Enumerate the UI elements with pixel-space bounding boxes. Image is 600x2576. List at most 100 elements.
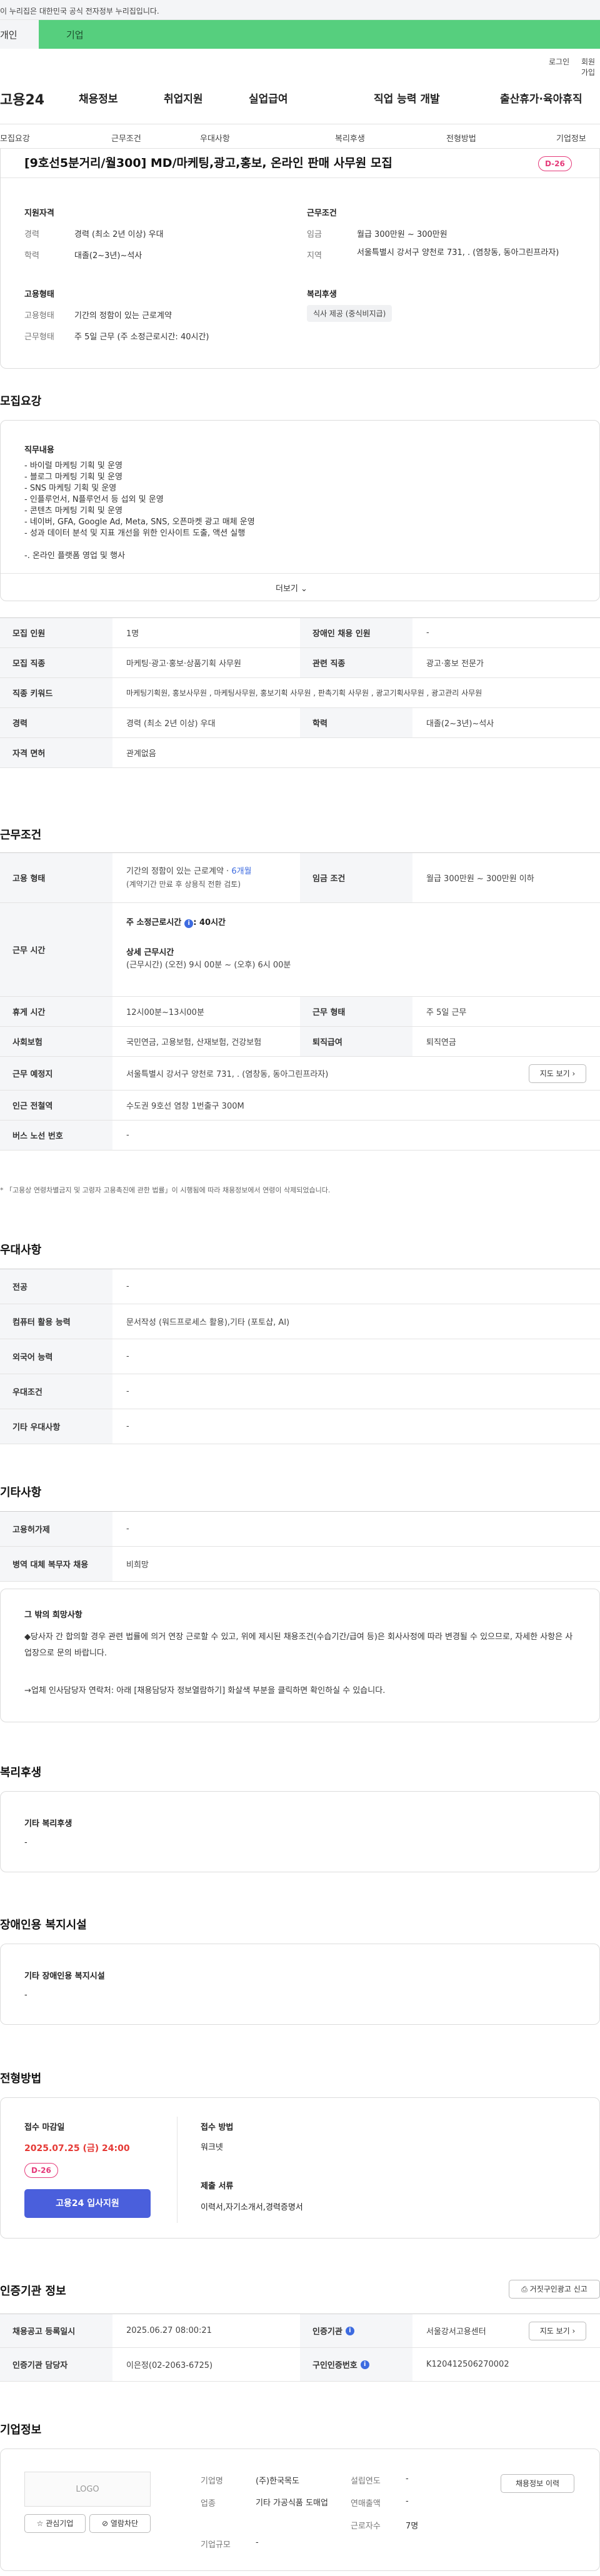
selection-heading: 전형방법 (0, 2072, 42, 2085)
login-link[interactable]: 로그인 (549, 56, 569, 67)
row-value: 국민연금, 고용보험, 산재보험, 건강보험 (126, 1038, 262, 1047)
more-button[interactable]: 더보기 ⌄ (276, 582, 308, 594)
row-value: 광고·홍보 전문가 (426, 659, 484, 669)
row-header: 고용허가제 (0, 1512, 112, 1546)
welfare-box: 기타 복리후생 - (0, 1791, 600, 1872)
row-value: 주 5일 근무 (426, 1008, 467, 1017)
gnb-jobs[interactable]: 채용정보 (79, 90, 118, 106)
row-header: 우대조건 (0, 1374, 112, 1409)
duty-line: - 인플루언서, N플루언서 등 섭외 및 운영 (24, 495, 164, 504)
star-icon: ☆ (36, 2519, 44, 2528)
section-nav-preference[interactable]: 우대사항 (200, 132, 230, 144)
conditions-table: 고용 형태 기간의 정함이 있는 근로계약 · 6개월 (계약기간 만료 후 상… (0, 852, 600, 1151)
row-header: 인증기관 담당자 (0, 2348, 112, 2381)
row-header: 모집 직종 (0, 648, 112, 677)
company-logo: LOGO (24, 2472, 151, 2507)
gov-banner-text: 이 누리집은 대한민국 공식 전자정부 누리집입니다. (0, 7, 159, 16)
row-header: 구인인증번호 (312, 2361, 358, 2370)
gnb-employment-support[interactable]: 취업지원 (164, 90, 203, 106)
section-nav-company[interactable]: 기업정보 (556, 132, 586, 144)
wage-label: 임금 (307, 230, 322, 239)
education-label: 학력 (24, 251, 39, 261)
tab-personal-label: 개인 (0, 29, 18, 41)
table-row: 모집 인원 1명 장애인 채용 인원 - (0, 618, 600, 648)
apply-button[interactable]: 고용24 입사지원 (24, 2189, 151, 2218)
hiring-history-button[interactable]: 채용정보 이력 (501, 2474, 574, 2493)
signup-link[interactable]: 회원가입 (581, 56, 600, 77)
block-company-button[interactable]: ⊘ 열람차단 (89, 2514, 151, 2533)
row-value: - (426, 628, 429, 637)
employees-value: 7명 (406, 2522, 419, 2531)
deadline-value: 2025.07.25 (금) 24:00 (24, 2144, 130, 2154)
gnb-vocational-training[interactable]: 직업 능력 개발 (374, 90, 440, 106)
method-label: 접수 방법 (201, 2123, 234, 2132)
wage-value: 월급 300만원 ~ 300만원 (357, 230, 448, 239)
info-icon[interactable]: i (360, 2360, 369, 2369)
site-logo[interactable]: 고용24 (0, 89, 44, 109)
other-wishes-line1: ◆당사자 간 합의할 경우 관련 법률에 의거 연장 근로할 수 있고, 위에 … (24, 1632, 573, 1658)
company-name-value: (주)한국목도 (256, 2477, 299, 2486)
location-value: 서울특별시 강서구 양천로 731, . (염창동, 동아그린프라자) (357, 248, 559, 257)
row-header: 관련 직종 (300, 648, 412, 677)
tab-company[interactable]: 기업 (39, 20, 600, 49)
employees-label: 근로자수 (351, 2522, 381, 2531)
map-button-label: 지도 보기 (539, 1069, 570, 1078)
block-icon: ⊘ (101, 2519, 109, 2528)
deadline-dday-badge: D-26 (24, 2163, 58, 2178)
org-map-button[interactable]: 지도 보기 › (529, 2322, 586, 2340)
tab-personal[interactable]: 개인 (0, 20, 39, 49)
favorite-company-button[interactable]: ☆ 관심기업 (24, 2514, 86, 2533)
row-value: 마케팅·광고·홍보·상품기획 사무원 (126, 659, 241, 669)
map-button-label: 지도 보기 (539, 2327, 570, 2335)
conditions-section-heading: 근무조건 (0, 829, 42, 842)
row-header: 직종 키워드 (0, 678, 112, 707)
favorite-label: 관심기업 (46, 2519, 74, 2528)
gnb-maternity-leave[interactable]: 출산휴가·육아휴직 (500, 90, 582, 106)
row-value: 이은정(02-2063-6725) (126, 2361, 213, 2370)
duty-line: -. 온라인 플랫폼 영업 및 행사 (24, 551, 126, 561)
report-label: 거짓구인광고 신고 (529, 2285, 588, 2294)
founded-value: - (406, 2474, 409, 2484)
duty-list: - 바이럴 마케팅 기획 및 운영 - 블로그 마케팅 기획 및 운영 - SN… (24, 461, 255, 562)
info-icon[interactable]: i (345, 2326, 354, 2335)
founded-label: 설립연도 (351, 2477, 381, 2486)
detail-hours-value: (근무시간) (오전) 9시 00분 ~ (오후) 6시 00분 (126, 961, 291, 970)
industry-label: 업종 (201, 2499, 216, 2509)
cert-no-header: 구인인증번호 i (300, 2348, 412, 2381)
dday-badge: D-26 (538, 156, 572, 171)
other-wishes-line2: →업체 인사담당자 연락처: 아래 [채용담당자 정보열람하기] 화살색 부분을… (24, 1686, 386, 1695)
row-header: 경력 (0, 708, 112, 737)
disability-box: 기타 장애인용 복지시설 - (0, 1944, 600, 2025)
row-value: 비희망 (126, 1560, 149, 1570)
user-type-tabs: 개인 기업 (0, 20, 600, 49)
section-nav-selection[interactable]: 전형방법 (446, 132, 476, 144)
work-type-label: 근무형태 (24, 332, 54, 342)
table-row: 직종 키워드 마케팅기획원, 홍보사무원 , 마케팅사무원, 홍보기획 사무원 … (0, 678, 600, 708)
row-value: 12시00분~13시00분 (126, 1008, 204, 1017)
info-icon[interactable]: i (184, 919, 194, 928)
welfare-box-value: - (24, 1838, 28, 1847)
welfare-heading: 복리후생 (307, 290, 337, 299)
sales-label: 연매출액 (351, 2499, 381, 2509)
method-value: 워크넷 (201, 2143, 223, 2152)
selection-box: 접수 마감일 2025.07.25 (금) 24:00 D-26 고용24 입사… (0, 2097, 600, 2239)
row-value: 1명 (126, 629, 139, 639)
report-fake-ad-button[interactable]: ⎙ 거짓구인광고 신고 (509, 2280, 600, 2299)
row-header: 모집 인원 (0, 618, 112, 647)
gnb-unemployment-benefit[interactable]: 실업급여 (249, 90, 288, 106)
section-nav-conditions[interactable]: 근무조건 (111, 132, 141, 144)
block-label: 열람차단 (110, 2519, 139, 2528)
etc-table: 고용허가제 - 병역 대체 복무자 채용 비희망 (0, 1511, 600, 1582)
gov-banner: 이 누리집은 대한민국 공식 전자정부 누리집입니다. (0, 0, 600, 20)
map-button[interactable]: 지도 보기 › (529, 1064, 586, 1083)
row-header: 컴퓨터 활용 능력 (0, 1304, 112, 1339)
row-value: 대졸(2~3년)~석사 (426, 719, 494, 729)
duty-line (24, 539, 255, 551)
employment-type-text: 기간의 정함이 있는 근로계약 · (126, 867, 232, 876)
row-header: 사회보험 (0, 1027, 112, 1056)
row-value: K120412506270002 (426, 2360, 509, 2369)
section-nav-recruit[interactable]: 모집요강 (0, 132, 30, 144)
career-value: 경력 (최소 2년 이상) 우대 (74, 230, 164, 239)
section-nav-welfare[interactable]: 복리후생 (335, 132, 365, 144)
row-header: 병역 대체 복무자 채용 (0, 1547, 112, 1581)
